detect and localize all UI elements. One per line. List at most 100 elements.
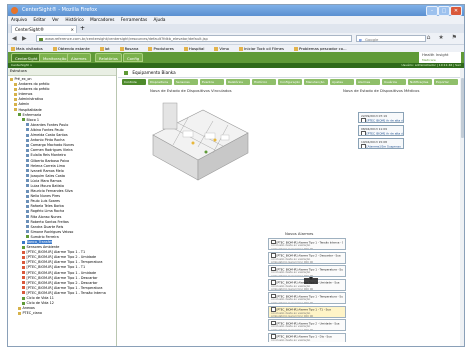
toolbar-icons[interactable]: ⌂ ★ ⚑ xyxy=(427,34,460,41)
alarm-checkbox[interactable] xyxy=(271,253,276,258)
event-card[interactable]: 08/04/2013 11:09 [PTEC_BIOM] Ar de alta c… xyxy=(358,125,404,136)
tree-node-icon xyxy=(22,265,25,269)
alarm-card[interactable]: [PTEC_BIOM-IR] Alarme Tipo 1 - T1 - Sua c… xyxy=(268,305,346,318)
tree-item-label: [PTEC_BIOM-IR] Alarme Tipo 1 - T1 xyxy=(26,265,86,270)
alarm-card[interactable]: [PTEC_BIOM-IR] Alarme Tipo 1 - Dis - Sua… xyxy=(268,332,346,342)
app-tab[interactable]: Monitoração xyxy=(39,53,71,62)
tree-node-icon xyxy=(26,153,29,157)
alarm-checkbox[interactable] xyxy=(271,320,276,325)
menu-historico[interactable]: Histórico xyxy=(65,17,83,22)
tree-item-label: Abrantes Fontes Paulo xyxy=(30,122,69,127)
sub-tab[interactable]: Ajustes xyxy=(330,79,354,85)
menu-ver[interactable]: Ver xyxy=(52,17,59,22)
tree-item-label: Nelia Nunes Pires xyxy=(30,194,61,199)
tree-node-icon xyxy=(14,97,17,101)
tree-item-label: Rafaela Teles Borba xyxy=(30,204,64,209)
tree-node-icon xyxy=(26,143,29,147)
sub-tab[interactable]: Usuários xyxy=(382,79,406,85)
tree-item-label: Anexos xyxy=(22,306,35,311)
tree-item-label: Andares do prédio xyxy=(18,82,50,87)
bookmark-item[interactable]: Vimo xyxy=(214,46,234,51)
tree-item[interactable]: PTEC_ciano xyxy=(8,311,116,316)
bookmark-item[interactable]: Rosana xyxy=(119,46,144,51)
forward-button[interactable]: ▶ xyxy=(22,35,27,42)
tree-node-icon xyxy=(26,164,29,168)
menu-editar[interactable]: Editar xyxy=(33,17,45,22)
bookmark-item[interactable]: Hospital xyxy=(183,46,210,51)
sub-tab[interactable]: Configuração xyxy=(278,79,302,85)
bookmark-folder-icon xyxy=(99,47,104,51)
alarm-card[interactable]: [PTEC_BIOM-IR] Alarme Tipo 1 - Tensão In… xyxy=(268,238,346,250)
alarm-checkbox[interactable] xyxy=(271,307,276,312)
alarm-card[interactable]: [PTEC_BIOM-IR] Alarme Tipo 2 - Umidade -… xyxy=(268,319,346,331)
browser-tab[interactable]: CenterSight® × xyxy=(11,25,77,33)
sub-tab[interactable]: Manutenção xyxy=(304,79,328,85)
new-tab-button[interactable]: + xyxy=(80,25,85,33)
alarm-card[interactable]: [PTEC_BIOM-IR] Alarme Tipo 1 - Temperatu… xyxy=(268,265,346,277)
app-tab[interactable]: Alarmes xyxy=(67,53,91,62)
site-favicon-icon xyxy=(39,37,43,41)
tree-node-icon xyxy=(26,204,29,208)
menu-marcadores[interactable]: Marcadores xyxy=(90,17,114,22)
app-tab[interactable]: Config xyxy=(123,53,144,62)
sub-tab[interactable]: Relatórios xyxy=(226,79,250,85)
tree-node-icon xyxy=(22,255,25,259)
bookmark-folder-icon xyxy=(11,47,15,51)
tree-item-label: Internos xyxy=(18,92,33,97)
app-tab[interactable]: Relatórios xyxy=(95,53,122,62)
sub-tab[interactable]: Alarmes xyxy=(356,79,380,85)
back-button[interactable]: ◀ xyxy=(12,35,17,42)
tree-item-label: Paulo Luis Soares xyxy=(30,199,60,204)
alarm-checkbox[interactable] xyxy=(271,266,276,271)
bookmark-item[interactable]: Produtores xyxy=(148,46,178,51)
close-button[interactable]: ✕ xyxy=(450,6,462,16)
building-floorplan[interactable] xyxy=(143,95,253,185)
app-header: CenterSight Monitoração Alarmes Relatórios C… xyxy=(8,52,464,63)
bookmark-folder-icon xyxy=(52,47,57,51)
event-line: [PTEC_BIOM] Ar de alta ct xyxy=(361,131,403,135)
sub-tab[interactable]: Controle xyxy=(122,79,146,85)
app-tab[interactable]: CenterSight xyxy=(11,53,42,62)
bookmark-label: Obtendo estante xyxy=(57,46,90,51)
bookmark-item[interactable]: Mais visitados xyxy=(11,46,48,51)
menu-ajuda[interactable]: Ajuda xyxy=(153,17,165,22)
menu-ferramentas[interactable]: Ferramentas xyxy=(121,17,147,22)
tree-node-icon xyxy=(26,128,29,132)
sub-tab[interactable]: Sensores xyxy=(174,79,198,85)
sub-tab[interactable]: Notificações xyxy=(408,79,432,85)
url-bar[interactable]: www.reference.com.br/centersight/centers… xyxy=(36,35,352,42)
scroll-thumb[interactable] xyxy=(460,78,464,138)
sub-tab[interactable]: Eventos xyxy=(200,79,224,85)
minimize-button[interactable]: – xyxy=(426,6,438,16)
event-checkbox[interactable] xyxy=(361,131,366,135)
bookmark-item[interactable]: Problemas pescador co... xyxy=(293,46,352,51)
bookmark-item[interactable]: Obtendo estante xyxy=(52,46,95,51)
alarm-checkbox[interactable] xyxy=(271,280,276,285)
tree-node-icon xyxy=(14,102,17,106)
alarm-title-text: [PTEC_BIOM-IR] Alarme Tipo 1 - T1 - Sua xyxy=(276,307,331,312)
maximize-button[interactable]: □ xyxy=(438,6,450,16)
alarm-card[interactable]: [PTEC_BIOM-IR] Alarme Tipo 1 - Temperatu… xyxy=(268,292,346,304)
alarm-checkbox[interactable] xyxy=(271,334,276,339)
tree-item-label: PTEC_ciano xyxy=(22,311,42,316)
alarm-card[interactable]: [PTEC_BIOM-IR] Alarme Tipo 2 - Descartar… xyxy=(268,251,346,264)
sub-tab[interactable]: Exportar xyxy=(434,79,458,85)
sub-tab[interactable]: Dispositivos xyxy=(148,79,172,85)
tree-item-label: Sumário Ferreira xyxy=(30,234,59,239)
alarm-checkbox[interactable] xyxy=(271,293,276,298)
event-checkbox[interactable] xyxy=(361,118,366,122)
main-scrollbar[interactable] xyxy=(460,68,464,346)
bookmark-item[interactable]: Iot xyxy=(99,46,115,51)
event-text: [Alarmes] Em Suspenso xyxy=(366,144,401,149)
search-input[interactable]: g Google xyxy=(356,35,426,42)
event-card[interactable]: 22/09/2013 07:19 [PTEC_BIOM] Ar de alta c… xyxy=(358,112,404,123)
tree-node-icon xyxy=(18,311,21,315)
event-checkbox[interactable] xyxy=(361,144,366,148)
bookmark-item[interactable]: Iniciar Tock oil Filmes xyxy=(238,46,289,51)
tree-node-icon xyxy=(26,189,29,193)
event-card[interactable]: 19/04/2013 15:08 [Alarmes] Em Suspenso xyxy=(358,138,404,149)
menu-arquivo[interactable]: Arquivo xyxy=(11,17,27,22)
alarm-checkbox[interactable] xyxy=(271,239,276,244)
sub-tab[interactable]: Histórico xyxy=(252,79,276,85)
mouse-cursor-icon xyxy=(304,277,318,284)
